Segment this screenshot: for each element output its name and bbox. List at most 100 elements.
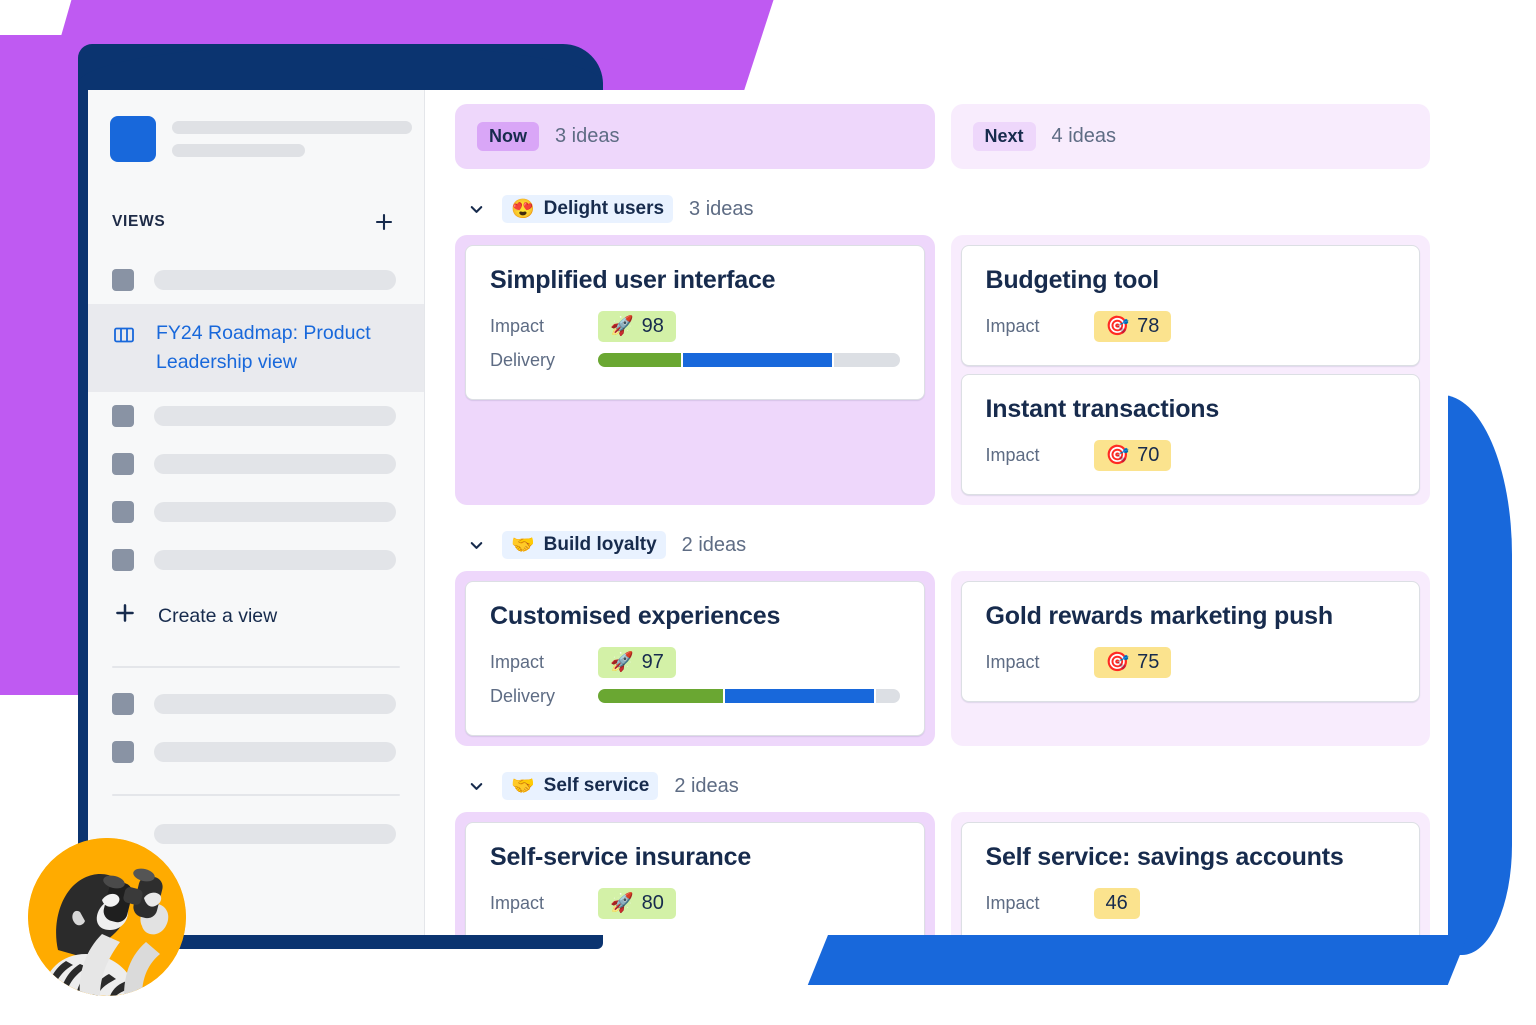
chevron-down-icon[interactable] — [467, 200, 486, 219]
sidebar-item-placeholder[interactable] — [88, 728, 424, 776]
delivery-progress-bar[interactable] — [598, 353, 900, 367]
delivery-field: Delivery — [490, 679, 900, 713]
lane-header-now[interactable]: Now 3 ideas — [455, 104, 935, 169]
view-type-icon — [112, 269, 134, 291]
lane-now-build-loyalty: Customised experiences Impact 🚀 97 Deliv… — [455, 571, 935, 746]
placeholder-line — [154, 550, 396, 570]
view-type-icon — [112, 501, 134, 523]
idea-card-title: Self-service insurance — [490, 843, 752, 871]
sidebar: VIEWS FY24 Roadmap: Product Leadership v… — [88, 90, 425, 935]
idea-card-title: Simplified user interface — [490, 266, 776, 294]
lane-count-now: 3 ideas — [555, 125, 620, 147]
impact-label: Impact — [490, 315, 545, 336]
impact-field: Impact 🚀 98 — [490, 309, 900, 343]
rocket-icon: 🚀 — [610, 651, 634, 673]
placeholder-line — [154, 270, 396, 290]
lane-chip-now: Now — [477, 122, 539, 151]
group-delight-users: 😍 Delight users 3 ideas Simplified user … — [425, 169, 1448, 505]
placeholder-line — [154, 502, 396, 522]
impact-badge[interactable]: 🚀 98 — [598, 310, 676, 342]
lane-chip-next: Next — [972, 122, 1036, 151]
delivery-segment-inprogress — [683, 353, 833, 367]
lane-header-row: Now 3 ideas Next 4 ideas — [425, 90, 1448, 169]
sidebar-item-fy24-roadmap[interactable]: FY24 Roadmap: Product Leadership view — [88, 304, 424, 392]
lane-next-build-loyalty: Gold rewards marketing push Impact 🎯 75 — [950, 571, 1430, 746]
idea-card[interactable]: Self service: savings accounts Impact 46 — [960, 822, 1420, 935]
impact-badge[interactable]: 🎯 70 — [1093, 439, 1172, 471]
idea-card-title: Self service: savings accounts — [985, 843, 1344, 871]
idea-card-title: Budgeting tool — [985, 266, 1160, 294]
sidebar-item-placeholder[interactable] — [88, 256, 424, 304]
impact-field: Impact 46 — [986, 886, 1396, 920]
lane-next-delight-users: Budgeting tool Impact 🎯 78 Instant trans… — [950, 235, 1430, 505]
delivery-segment-done — [598, 353, 682, 367]
placeholder-line — [172, 121, 412, 134]
workspace-header — [88, 90, 424, 162]
idea-card[interactable]: Instant transactions Impact 🎯 70 — [960, 374, 1420, 495]
avatar — [28, 838, 186, 996]
sidebar-item-placeholder[interactable] — [88, 488, 424, 536]
view-type-icon — [112, 405, 134, 427]
decor-blue-shape-bottom — [807, 930, 1470, 985]
handshake-icon: 🤝 — [511, 775, 535, 797]
impact-label: Impact — [490, 892, 545, 913]
group-name: Delight users — [543, 198, 665, 219]
placeholder-line — [154, 742, 396, 762]
impact-value: 97 — [641, 650, 664, 673]
impact-badge[interactable]: 🚀 80 — [598, 887, 676, 919]
sidebar-divider — [112, 666, 400, 668]
delivery-label: Delivery — [490, 685, 556, 706]
sidebar-item-placeholder[interactable] — [88, 440, 424, 488]
views-section-label: VIEWS — [112, 213, 166, 230]
lane-now-delight-users: Simplified user interface Impact 🚀 98 De… — [455, 235, 935, 505]
group-header[interactable]: 🤝 Build loyalty 2 ideas — [455, 505, 1430, 571]
placeholder-line — [154, 454, 396, 474]
impact-badge[interactable]: 🚀 97 — [598, 646, 676, 678]
delivery-progress-bar[interactable] — [598, 689, 900, 703]
rocket-icon: 🚀 — [610, 892, 634, 914]
idea-card[interactable]: Customised experiences Impact 🚀 97 Deliv… — [465, 581, 925, 736]
impact-field: Impact 🎯 70 — [986, 438, 1396, 472]
idea-card[interactable]: Self-service insurance Impact 🚀 80 — [465, 822, 925, 935]
view-type-icon — [112, 693, 134, 715]
sidebar-secondary-list — [88, 680, 424, 776]
group-lanes: Simplified user interface Impact 🚀 98 De… — [455, 235, 1430, 505]
idea-card[interactable]: Simplified user interface Impact 🚀 98 De… — [465, 245, 925, 400]
sidebar-item-placeholder[interactable] — [88, 680, 424, 728]
delivery-label: Delivery — [490, 349, 556, 370]
bullseye-icon: 🎯 — [1105, 315, 1130, 337]
impact-badge[interactable]: 🎯 78 — [1093, 310, 1172, 342]
impact-field: Impact 🚀 80 — [490, 886, 900, 920]
rocket-icon: 🚀 — [610, 315, 634, 337]
impact-value: 78 — [1137, 314, 1160, 337]
idea-card[interactable]: Budgeting tool Impact 🎯 78 — [960, 245, 1420, 366]
lane-now-self-service: Self-service insurance Impact 🚀 80 — [455, 812, 935, 935]
impact-value: 75 — [1137, 650, 1160, 673]
idea-card[interactable]: Gold rewards marketing push Impact 🎯 75 — [960, 581, 1420, 702]
add-view-plus-icon[interactable] — [372, 210, 396, 234]
sidebar-divider — [112, 794, 400, 796]
lane-header-next[interactable]: Next 4 ideas — [950, 104, 1430, 169]
group-lanes: Self-service insurance Impact 🚀 80 Self … — [455, 812, 1430, 935]
create-a-view-label: Create a view — [158, 604, 278, 627]
delivery-segment-remaining — [875, 689, 900, 703]
idea-card-title: Gold rewards marketing push — [985, 602, 1334, 630]
impact-badge[interactable]: 46 — [1093, 887, 1140, 919]
chevron-down-icon[interactable] — [467, 536, 486, 555]
group-count: 2 ideas — [681, 533, 747, 556]
chevron-down-icon[interactable] — [467, 777, 486, 796]
delivery-field: Delivery — [490, 343, 900, 377]
idea-card-title: Customised experiences — [490, 602, 781, 630]
group-header[interactable]: 😍 Delight users 3 ideas — [455, 169, 1430, 235]
sidebar-item-placeholder[interactable] — [88, 536, 424, 584]
impact-badge[interactable]: 🎯 75 — [1093, 646, 1172, 678]
group-lanes: Customised experiences Impact 🚀 97 Deliv… — [455, 571, 1430, 746]
create-a-view-button[interactable]: Create a view — [88, 584, 424, 632]
sidebar-item-placeholder[interactable] — [88, 392, 424, 440]
bullseye-icon: 🎯 — [1105, 651, 1130, 673]
group-header[interactable]: 🤝 Self service 2 ideas — [455, 746, 1430, 812]
group-self-service: 🤝 Self service 2 ideas Self-service insu… — [425, 746, 1448, 935]
impact-value: 98 — [641, 314, 664, 337]
impact-field: Impact 🎯 78 — [986, 309, 1396, 343]
group-name: Self service — [543, 775, 650, 796]
